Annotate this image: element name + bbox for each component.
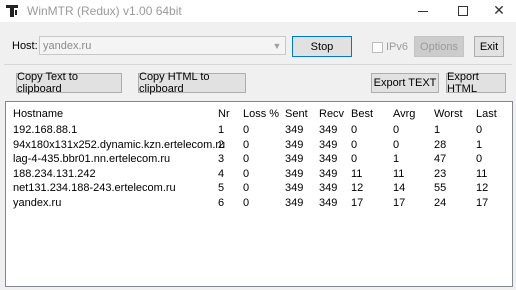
- table-cell: 1: [218, 124, 225, 136]
- table-cell: 17: [393, 197, 406, 209]
- results-table[interactable]: Hostname Nr Loss % Sent Recv Best Avrg Worst Las…: [5, 101, 513, 287]
- column-header-nr[interactable]: Nr: [218, 108, 230, 120]
- copy-text-button[interactable]: Copy Text to clipboard: [16, 71, 122, 95]
- table-cell: 0: [351, 153, 358, 166]
- table-cell: 349: [319, 182, 338, 195]
- table-cell: 14: [393, 182, 406, 195]
- table-cell: 349: [285, 124, 304, 136]
- table-cell: 11: [476, 167, 488, 180]
- host-input[interactable]: yandex.ru: [40, 40, 269, 52]
- table-cell: 55: [434, 182, 447, 195]
- table-cell: 0: [243, 124, 250, 136]
- copy-html-button[interactable]: Copy HTML to clipboard: [138, 71, 246, 95]
- table-cell: 23: [434, 167, 447, 180]
- title-bar[interactable]: WinMTR (Redux) v1.00 64bit ✕: [0, 0, 516, 22]
- export-text-button[interactable]: Export TEXT: [371, 73, 439, 93]
- table-cell: 0: [476, 124, 483, 136]
- table-cell: 2: [218, 138, 225, 151]
- table-cell: 0: [243, 167, 250, 180]
- ipv6-label: IPv6: [386, 41, 409, 53]
- table-cell: 12: [476, 182, 489, 195]
- table-cell: 0: [243, 153, 250, 166]
- ipv6-checkbox-box[interactable]: [372, 41, 383, 53]
- table-row[interactable]: 188.234.131.242 4 0 349 349 11 11 23 11: [6, 168, 512, 182]
- table-cell: 0: [393, 138, 400, 151]
- stop-button[interactable]: Stop: [292, 36, 352, 57]
- table-cell: 0: [243, 138, 250, 151]
- minimize-icon: [418, 10, 428, 12]
- hostname-cell: lag-4-435.bbr01.nn.ertelecom.ru: [13, 153, 171, 166]
- table-cell: 12: [351, 182, 364, 195]
- table-cell: 349: [319, 197, 338, 209]
- table-cell: 349: [285, 153, 304, 166]
- table-cell: 1: [393, 153, 400, 166]
- table-row[interactable]: net131.234.188-243.ertelecom.ru 5 0 349 349 1…: [6, 182, 512, 196]
- table-cell: 349: [285, 182, 304, 195]
- table-cell: 24: [434, 197, 447, 209]
- host-combobox[interactable]: yandex.ru ▼: [39, 36, 286, 55]
- table-row[interactable]: 94x180x131x252.dynamic.kzn.ertelecom.ru 2…: [6, 139, 512, 153]
- divider: [4, 64, 512, 65]
- table-cell: 349: [319, 124, 338, 136]
- table-cell: 1: [434, 124, 441, 136]
- table-cell: 28: [434, 138, 447, 151]
- column-header-avrg[interactable]: Avrg: [393, 108, 415, 120]
- table-cell: 17: [476, 197, 489, 209]
- column-header-sent[interactable]: Sent: [285, 108, 308, 120]
- hostname-cell: 192.168.88.1: [13, 124, 78, 136]
- minimize-button[interactable]: [406, 0, 440, 22]
- table-cell: 17: [351, 197, 364, 209]
- hostname-cell: net131.234.188-243.ertelecom.ru: [13, 182, 176, 195]
- column-header-recv[interactable]: Recv: [319, 108, 344, 120]
- hostname-cell: yandex.ru: [13, 197, 62, 209]
- table-cell: 349: [319, 167, 338, 180]
- column-header-hostname[interactable]: Hostname: [13, 108, 63, 120]
- table-cell: 0: [243, 182, 250, 195]
- table-cell: 0: [243, 197, 250, 209]
- table-cell: 3: [218, 153, 225, 166]
- table-cell: 11: [351, 167, 363, 180]
- table-cell: 4: [218, 167, 225, 180]
- table-cell: 0: [351, 124, 358, 136]
- ipv6-checkbox[interactable]: IPv6: [372, 41, 408, 53]
- hostname-cell: 94x180x131x252.dynamic.kzn.ertelecom.ru: [13, 138, 226, 151]
- table-cell: 349: [319, 153, 338, 166]
- close-button[interactable]: ✕: [482, 0, 516, 22]
- table-cell: 349: [285, 197, 304, 209]
- close-icon: ✕: [493, 3, 505, 19]
- column-header-last[interactable]: Last: [476, 108, 497, 120]
- table-cell: 5: [218, 182, 225, 195]
- chevron-down-icon[interactable]: ▼: [269, 37, 285, 54]
- column-header-loss[interactable]: Loss %: [243, 108, 279, 120]
- table-cell: 0: [351, 138, 358, 151]
- options-button[interactable]: Options: [414, 36, 464, 57]
- table-row[interactable]: 192.168.88.1 1 0 349 349 0 0 1 0: [6, 124, 512, 138]
- table-row[interactable]: lag-4-435.bbr01.nn.ertelecom.ru 3 0 349 349 0…: [6, 153, 512, 167]
- table-cell: 0: [476, 153, 483, 166]
- export-html-button[interactable]: Export HTML: [446, 71, 506, 95]
- column-header-best[interactable]: Best: [351, 108, 373, 120]
- table-cell: 11: [393, 167, 405, 180]
- maximize-button[interactable]: [446, 0, 480, 22]
- host-label: Host:: [12, 40, 38, 52]
- maximize-icon: [458, 6, 468, 16]
- table-cell: 1: [476, 138, 483, 151]
- table-cell: 47: [434, 153, 447, 166]
- column-header-worst[interactable]: Worst: [434, 108, 463, 120]
- window-title: WinMTR (Redux) v1.00 64bit: [27, 4, 182, 18]
- table-cell: 349: [285, 138, 304, 151]
- table-cell: 6: [218, 197, 225, 209]
- table-row[interactable]: yandex.ru 6 0 349 349 17 17 24 17: [6, 197, 512, 211]
- winmtr-app-icon: [5, 4, 19, 18]
- table-cell: 0: [393, 124, 400, 136]
- table-cell: 349: [319, 138, 338, 151]
- hostname-cell: 188.234.131.242: [13, 167, 96, 180]
- exit-button[interactable]: Exit: [474, 36, 504, 57]
- table-cell: 349: [285, 167, 304, 180]
